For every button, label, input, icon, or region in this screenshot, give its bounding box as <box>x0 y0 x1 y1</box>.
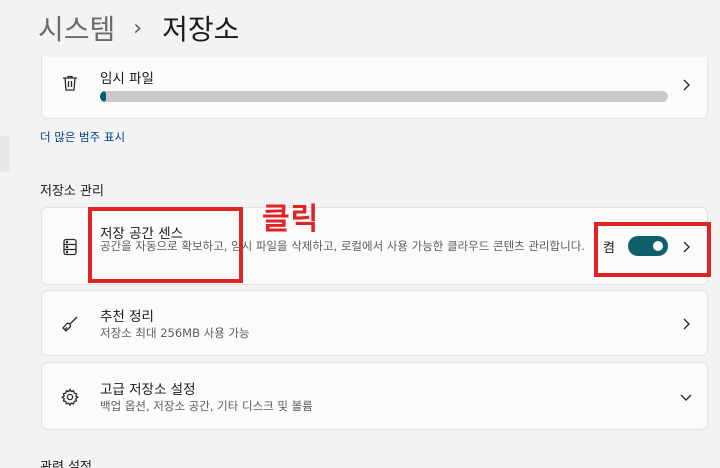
advanced-storage-settings-description: 백업 옵션, 저장소 공간, 기타 디스크 및 볼륨 <box>100 399 313 413</box>
annotation-click-label: 클릭 <box>262 202 320 237</box>
broom-icon <box>58 312 82 336</box>
storage-drive-icon <box>58 235 82 259</box>
chevron-down-icon <box>679 390 693 404</box>
temp-files-usage-fill <box>100 91 106 102</box>
chevron-right-icon <box>679 78 693 92</box>
annotation-box-storage-sense-title <box>88 207 243 283</box>
advanced-storage-settings-title: 고급 저장소 설정 <box>100 382 196 398</box>
advanced-storage-settings-card[interactable]: 고급 저장소 설정 백업 옵션, 저장소 공간, 기타 디스크 및 볼륨 <box>41 362 708 430</box>
cleanup-recommendations-description: 저장소 최대 256MB 사용 가능 <box>100 326 250 340</box>
trash-icon <box>58 71 82 95</box>
cleanup-recommendations-card[interactable]: 추천 정리 저장소 최대 256MB 사용 가능 <box>41 290 708 356</box>
show-more-categories-link[interactable]: 더 많은 범주 표시 <box>40 129 125 145</box>
chevron-right-icon <box>679 317 693 331</box>
temp-files-card[interactable]: 임시 파일 <box>41 57 708 119</box>
temp-files-usage-bar <box>100 91 668 102</box>
nav-pane-edge <box>0 136 10 172</box>
gear-icon <box>58 385 82 409</box>
temp-files-title: 임시 파일 <box>100 71 154 87</box>
breadcrumb-separator: › <box>133 15 143 41</box>
page-title: 저장소 <box>162 13 240 46</box>
cleanup-recommendations-title: 추천 정리 <box>100 309 154 325</box>
annotation-box-toggle <box>594 222 711 277</box>
related-settings-heading: 관련 설정 <box>40 460 92 468</box>
breadcrumb-system[interactable]: 시스템 <box>38 8 115 48</box>
storage-management-heading: 저장소 관리 <box>40 184 104 199</box>
breadcrumb: 시스템 › 저장소 <box>38 8 239 48</box>
